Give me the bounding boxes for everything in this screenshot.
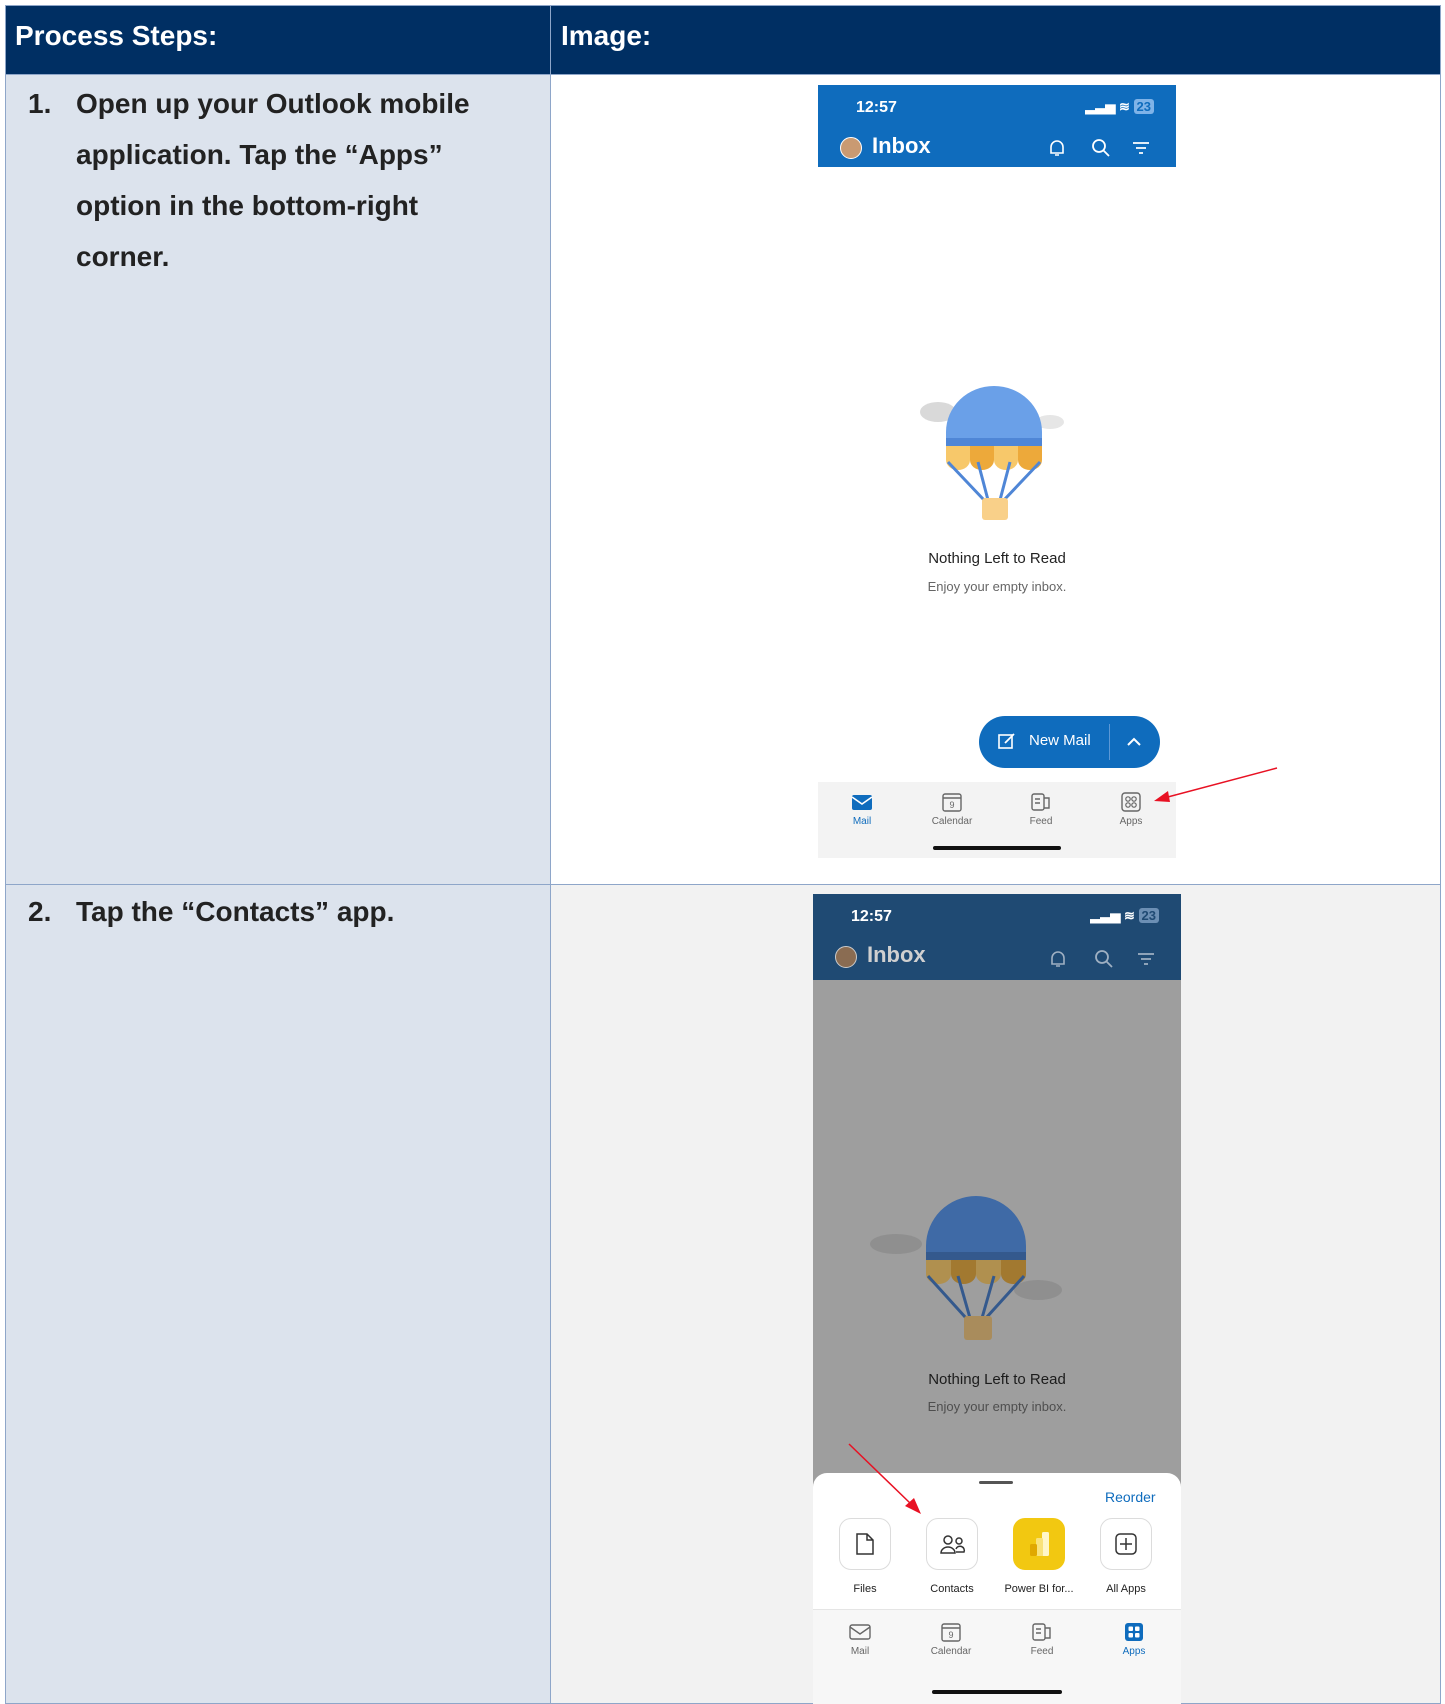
app-label: Files	[853, 1583, 877, 1595]
tab-apps[interactable]: Apps	[1104, 1622, 1164, 1657]
app-header-dimmed: 12:57 ▂▃▅ ≋ 23 Inbox	[813, 894, 1181, 980]
calendar-icon: 9	[941, 1623, 961, 1642]
apps-icon	[1125, 1623, 1143, 1641]
tab-feed[interactable]: Feed	[1011, 792, 1071, 827]
filter-icon	[1138, 953, 1154, 965]
bell-icon[interactable]	[1046, 137, 1068, 159]
page-title: Inbox	[872, 133, 931, 158]
avatar	[835, 946, 857, 968]
app-label: Power BI for...	[1004, 1583, 1074, 1595]
phone-screenshot-apps-sheet: 12:57 ▂▃▅ ≋ 23 Inbox Nothing Left to Rea…	[813, 894, 1181, 1704]
status-time: 12:57	[851, 908, 892, 925]
empty-subtitle: Enjoy your empty inbox.	[927, 579, 1067, 594]
step-text: Tap the “Contacts” app.	[76, 896, 395, 927]
power-bi-icon	[1030, 1532, 1049, 1556]
apps-icon	[1121, 792, 1141, 812]
app-label: Contacts	[930, 1583, 974, 1595]
file-icon	[856, 1533, 874, 1555]
fab-divider	[1109, 724, 1110, 760]
wifi-icon: ≋	[1124, 908, 1135, 923]
tab-calendar[interactable]: 9 Calendar	[921, 1622, 981, 1657]
filter-icon[interactable]	[1130, 137, 1152, 159]
new-mail-label: New Mail	[1029, 732, 1091, 749]
compose-icon	[998, 733, 1015, 749]
balloon-illustration	[920, 386, 1064, 520]
tab-label: Calendar	[931, 816, 973, 827]
battery-icon: 23	[1138, 908, 1159, 923]
search-icon[interactable]	[1090, 137, 1112, 159]
red-arrow-pointer	[1154, 767, 1278, 802]
sheet-drag-handle[interactable]	[979, 1481, 1013, 1484]
phone-screenshot-inbox: 12:57 ▂▃▅ ≋ 23 Inbox Nothing Left to Rea…	[818, 85, 1176, 858]
new-mail-button[interactable]: New Mail	[979, 716, 1160, 768]
app-header: 12:57 ▂▃▅ ≋ 23 Inbox	[818, 85, 1176, 167]
tab-label: Feed	[1029, 816, 1053, 827]
app-files[interactable]	[839, 1518, 891, 1570]
signal-icon: ▂▃▅	[1090, 908, 1121, 923]
tab-label: Feed	[1030, 1646, 1054, 1657]
step-text: Open up your Outlook mobile application.…	[76, 88, 470, 272]
bottom-tab-bar: Mail 9 Calendar Feed Apps	[813, 1609, 1181, 1704]
home-indicator	[933, 846, 1061, 850]
calendar-day: 9	[948, 1630, 953, 1640]
tab-label: Mail	[850, 1646, 870, 1657]
home-indicator	[932, 1690, 1062, 1694]
status-icons: ▂▃▅ ≋ 23	[1090, 908, 1159, 924]
tab-calendar[interactable]: 9 Calendar	[922, 792, 982, 827]
empty-title: Nothing Left to Read	[928, 550, 1066, 567]
status-icons: ▂▃▅ ≋ 23	[1085, 99, 1154, 115]
empty-title: Nothing Left to Read	[928, 1371, 1066, 1388]
app-all-apps[interactable]	[1100, 1518, 1152, 1570]
step-number: 2.	[28, 896, 52, 927]
step-number: 1.	[28, 88, 52, 119]
feed-icon	[1031, 793, 1050, 811]
app-contacts[interactable]	[926, 1518, 978, 1570]
page-title: Inbox	[867, 942, 926, 967]
mail-icon	[849, 1624, 871, 1640]
app-label: All Apps	[1106, 1583, 1146, 1595]
wifi-icon: ≋	[1119, 99, 1130, 114]
add-icon	[1115, 1533, 1137, 1555]
reorder-link[interactable]: Reorder	[1105, 1489, 1156, 1505]
bell-icon	[1051, 951, 1065, 967]
tab-mail[interactable]: Mail	[832, 792, 892, 827]
status-time: 12:57	[856, 99, 897, 116]
calendar-icon: 9	[942, 793, 962, 812]
battery-icon: 23	[1133, 99, 1154, 114]
chevron-up-icon[interactable]	[1125, 733, 1143, 751]
calendar-day: 9	[949, 800, 954, 810]
signal-icon: ▂▃▅	[1085, 99, 1116, 114]
empty-subtitle: Enjoy your empty inbox.	[927, 1399, 1067, 1414]
tab-label: Apps	[1119, 816, 1143, 827]
feed-icon	[1032, 1623, 1051, 1641]
avatar[interactable]	[840, 137, 862, 159]
red-arrow-pointer	[848, 1443, 921, 1514]
tab-label: Calendar	[930, 1646, 972, 1657]
bottom-tab-bar: Mail 9 Calendar Feed Apps	[818, 782, 1176, 858]
mail-icon	[851, 795, 873, 810]
tab-feed[interactable]: Feed	[1012, 1622, 1072, 1657]
tab-label: Apps	[1122, 1646, 1146, 1657]
app-power-bi[interactable]	[1013, 1518, 1065, 1570]
tab-label: Mail	[852, 816, 872, 827]
search-icon	[1095, 950, 1113, 968]
contacts-icon	[940, 1535, 966, 1554]
balloon-illustration-dimmed	[870, 1196, 1062, 1340]
tab-mail[interactable]: Mail	[830, 1622, 890, 1657]
